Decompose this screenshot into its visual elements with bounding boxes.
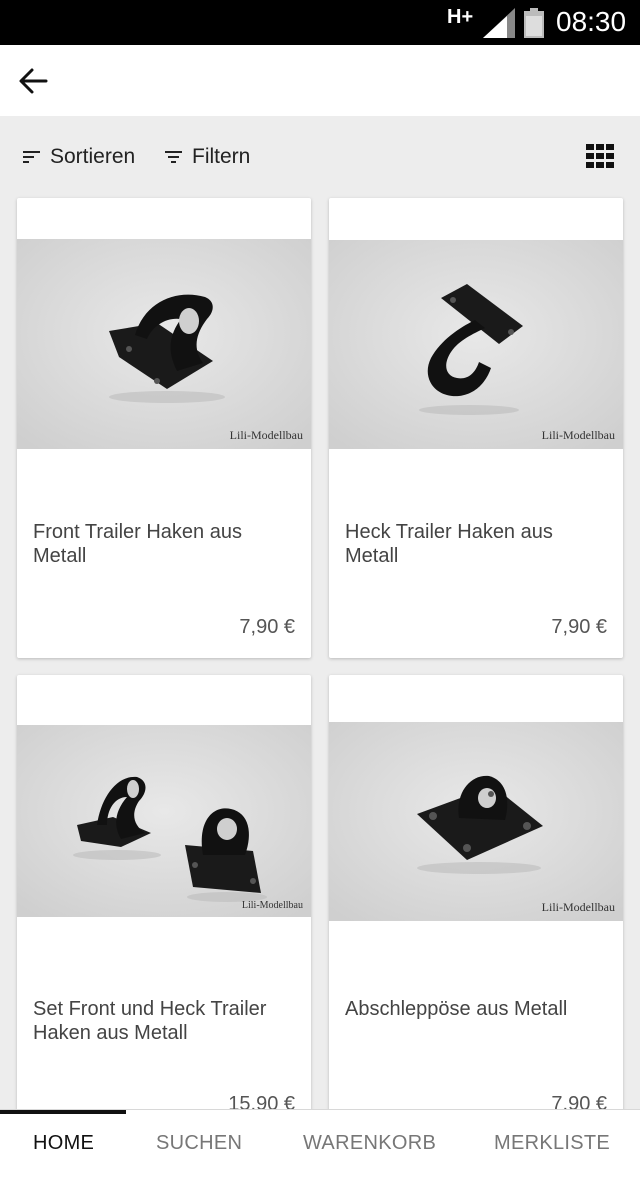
filter-icon: [165, 151, 182, 163]
product-image: Lili-Modellbau: [17, 725, 311, 917]
sort-label: Sortieren: [50, 145, 136, 168]
product-card[interactable]: Lili-Modellbau Abschleppöse aus Metall 7…: [329, 675, 623, 1135]
sort-filter-toolbar: Sortieren Filtern: [0, 116, 640, 200]
product-image: Lili-Modellbau: [17, 239, 311, 449]
arrow-left-icon[interactable]: [14, 63, 54, 99]
product-title: Abschleppöse aus Metall: [345, 998, 568, 1020]
bottom-navigation: HOME SUCHEN WARENKORB MERKLISTE: [0, 1109, 640, 1181]
status-bar: H+ 08:30: [0, 0, 640, 45]
active-tab-indicator: [0, 1110, 126, 1114]
signal-icon: [483, 8, 515, 38]
nav-search[interactable]: SUCHEN: [156, 1132, 242, 1155]
product-card[interactable]: Lili-Modellbau Front Trailer Haken aus M…: [17, 198, 311, 658]
nav-wishlist[interactable]: MERKLISTE: [494, 1132, 610, 1155]
filter-label: Filtern: [192, 145, 251, 168]
product-price: 7,90 €: [551, 616, 607, 638]
product-image-watermark: Lili-Modellbau: [541, 900, 615, 914]
product-price: 7,90 €: [239, 616, 295, 638]
product-title: Heck Trailer Haken aus Metall: [345, 521, 553, 567]
product-image-watermark: Lili-Modellbau: [541, 428, 615, 442]
sort-button[interactable]: Sortieren: [22, 130, 136, 200]
app-bar: [0, 45, 640, 116]
battery-icon: [524, 8, 544, 38]
product-card[interactable]: Lili-Modellbau Heck Trailer Haken aus Me…: [329, 198, 623, 658]
filter-button[interactable]: Filtern: [164, 130, 252, 200]
network-type: H+: [447, 6, 474, 28]
nav-cart[interactable]: WARENKORB: [303, 1132, 436, 1155]
product-image: Lili-Modellbau: [329, 240, 623, 449]
nav-home[interactable]: HOME: [33, 1132, 94, 1155]
grid-view-icon[interactable]: [586, 144, 614, 168]
product-image-watermark: Lili-Modellbau: [229, 428, 303, 442]
product-image: Lili-Modellbau: [329, 722, 623, 921]
product-title: Set Front und Heck Trailer Haken aus Met…: [33, 998, 267, 1044]
clock: 08:30: [556, 6, 627, 37]
product-title: Front Trailer Haken aus Metall: [33, 521, 242, 567]
product-image-watermark: Lili-Modellbau: [241, 900, 303, 911]
product-card[interactable]: Lili-Modellbau Set Front und Heck Traile…: [17, 675, 311, 1135]
sort-icon: [23, 151, 40, 163]
